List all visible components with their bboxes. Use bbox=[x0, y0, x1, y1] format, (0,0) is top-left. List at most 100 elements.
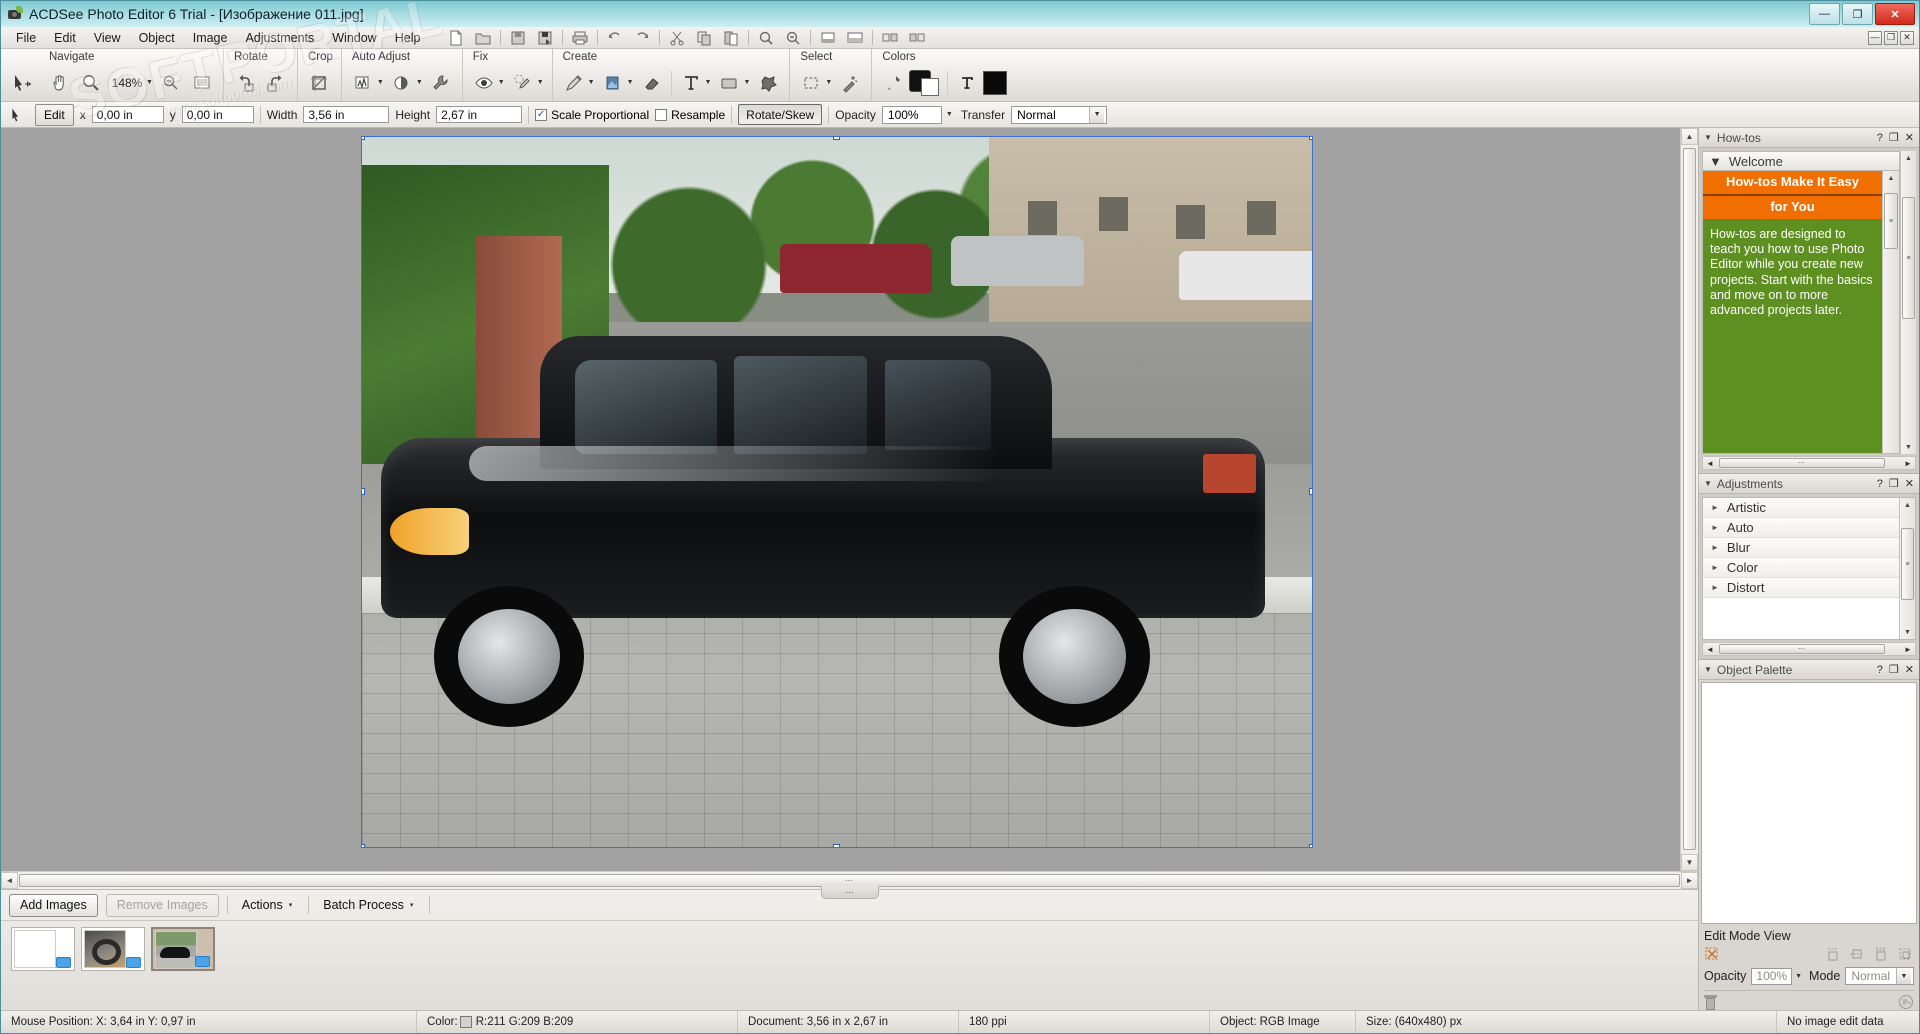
scroll-left-arrow-icon[interactable]: ◄ bbox=[1, 872, 18, 889]
batch-process-menu[interactable]: Batch Process ▾ bbox=[317, 898, 421, 912]
save-as-icon[interactable] bbox=[532, 28, 558, 47]
height-input[interactable]: 2,67 in bbox=[436, 106, 523, 123]
rectangle-select-icon[interactable] bbox=[796, 67, 826, 99]
red-eye-icon[interactable] bbox=[469, 67, 499, 99]
open-folder-icon[interactable] bbox=[470, 28, 496, 47]
delete-object-icon[interactable] bbox=[1704, 994, 1717, 1010]
red-eye-caret-icon[interactable]: ▼ bbox=[498, 79, 507, 86]
menu-object[interactable]: Object bbox=[130, 29, 184, 47]
collapse-triangle-icon[interactable]: ▼ bbox=[1704, 479, 1712, 488]
howtos-inner-scrollbar[interactable]: ▲ ≡ bbox=[1882, 171, 1899, 453]
align-center-icon[interactable] bbox=[1849, 946, 1866, 962]
adjustments-panel-header[interactable]: ▼ Adjustments ? ❐ ✕ bbox=[1699, 474, 1919, 494]
blemish-remover-icon[interactable] bbox=[508, 67, 538, 99]
panel-scroll-thumb[interactable]: ≡ bbox=[1901, 528, 1914, 600]
group-icon[interactable] bbox=[1897, 946, 1914, 962]
canvas-vertical-scrollbar[interactable]: ▲ ▼ bbox=[1680, 128, 1698, 871]
rotate-left-icon[interactable] bbox=[230, 67, 260, 99]
howtos-panel-scrollbar[interactable]: ▲ ≡ ▼ bbox=[1900, 151, 1916, 454]
adjustment-item-distort[interactable]: ► Distort bbox=[1703, 578, 1899, 598]
hscroll-thumb[interactable]: ⋯ bbox=[1719, 644, 1885, 654]
add-images-button[interactable]: Add Images bbox=[9, 893, 98, 917]
rotate-skew-button[interactable]: Rotate/Skew bbox=[738, 104, 823, 125]
collapse-triangle-icon[interactable]: ▼ bbox=[1704, 665, 1712, 674]
crop-icon[interactable] bbox=[304, 67, 334, 99]
scroll-right-arrow-icon[interactable]: ► bbox=[1681, 872, 1698, 889]
auto-contrast-caret-icon[interactable]: ▼ bbox=[416, 79, 425, 86]
align-top-icon[interactable] bbox=[1825, 946, 1842, 962]
resize-handle-ne[interactable] bbox=[1309, 137, 1312, 140]
shape-tool-icon[interactable] bbox=[714, 67, 744, 99]
resize-handle-s[interactable] bbox=[833, 844, 840, 847]
adjustment-item-blur[interactable]: ► Blur bbox=[1703, 538, 1899, 558]
panel-scroll-thumb[interactable]: ≡ bbox=[1902, 197, 1915, 319]
document-maximize-button[interactable]: ❐ bbox=[1884, 30, 1898, 45]
minimize-button[interactable]: — bbox=[1809, 3, 1840, 25]
adjustments-restore-button[interactable]: ❐ bbox=[1889, 477, 1899, 490]
filmstrip-thumbnail-blank[interactable] bbox=[11, 927, 75, 971]
menu-window[interactable]: Window bbox=[323, 29, 385, 47]
eraser-icon[interactable] bbox=[637, 67, 667, 99]
actual-size-icon[interactable] bbox=[842, 28, 868, 47]
document-restore-button[interactable]: — bbox=[1868, 30, 1882, 45]
cut-icon[interactable] bbox=[664, 28, 690, 47]
object-opacity-caret-icon[interactable]: ▼ bbox=[1795, 973, 1804, 980]
hscroll-left-icon[interactable]: ◄ bbox=[1703, 643, 1717, 655]
scroll-down-arrow-icon[interactable]: ▼ bbox=[1681, 854, 1698, 871]
batch-process-caret-icon[interactable]: ▾ bbox=[410, 901, 416, 909]
new-document-icon[interactable] bbox=[443, 28, 469, 47]
copy-icon[interactable] bbox=[691, 28, 717, 47]
object-properties-icon[interactable] bbox=[1898, 994, 1914, 1010]
color-swatches-icon[interactable] bbox=[909, 68, 943, 98]
actions-menu[interactable]: Actions ▾ bbox=[236, 898, 301, 912]
resize-handle-w[interactable] bbox=[362, 488, 365, 495]
fill-color-icon[interactable] bbox=[983, 70, 1008, 95]
auto-levels-icon[interactable] bbox=[348, 67, 378, 99]
text-color-icon[interactable] bbox=[952, 67, 982, 99]
text-tool-icon[interactable] bbox=[676, 67, 706, 99]
howtos-help-button[interactable]: ? bbox=[1877, 132, 1883, 144]
panel-scroll-down-icon[interactable]: ▼ bbox=[1901, 440, 1916, 454]
compare-icon[interactable] bbox=[877, 28, 903, 47]
hscroll-thumb[interactable]: ⋯ bbox=[1719, 458, 1885, 468]
maximize-button[interactable]: ❐ bbox=[1842, 3, 1873, 25]
magic-wand-icon[interactable] bbox=[835, 67, 865, 99]
distribute-icon[interactable] bbox=[1873, 946, 1890, 962]
expand-triangle-icon[interactable]: ► bbox=[1711, 503, 1719, 512]
object-palette-header[interactable]: ▼ Object Palette ? ❐ ✕ bbox=[1699, 660, 1919, 680]
fit-image-icon[interactable] bbox=[815, 28, 841, 47]
inner-scroll-up-icon[interactable]: ▲ bbox=[1883, 171, 1899, 185]
toggle-panels-icon[interactable] bbox=[904, 28, 930, 47]
adjustments-help-button[interactable]: ? bbox=[1877, 478, 1883, 490]
adjustment-item-auto[interactable]: ► Auto bbox=[1703, 518, 1899, 538]
open-folder-icon[interactable] bbox=[126, 957, 141, 968]
adjustment-item-color[interactable]: ► Color bbox=[1703, 558, 1899, 578]
zoom-level-value[interactable]: 148% bbox=[107, 76, 147, 90]
adjustments-panel-scrollbar[interactable]: ▲ ≡ ▼ bbox=[1899, 498, 1915, 639]
panel-scroll-down-icon[interactable]: ▼ bbox=[1900, 625, 1915, 639]
menu-image[interactable]: Image bbox=[184, 29, 237, 47]
expand-triangle-icon[interactable]: ► bbox=[1711, 583, 1719, 592]
draw-pen-caret-icon[interactable]: ▼ bbox=[588, 79, 597, 86]
menu-edit[interactable]: Edit bbox=[45, 29, 85, 47]
panel-scroll-up-icon[interactable]: ▲ bbox=[1900, 498, 1915, 512]
edit-mode-badge[interactable]: Edit bbox=[35, 103, 74, 126]
y-input[interactable]: 0,00 in bbox=[181, 106, 254, 123]
howtos-horizontal-scrollbar[interactable]: ◄ ⋯ ► bbox=[1702, 456, 1916, 470]
image-canvas[interactable]: ▲ ▼ bbox=[1, 128, 1698, 871]
x-input[interactable]: 0,00 in bbox=[91, 106, 164, 123]
no-selection-icon[interactable] bbox=[1704, 946, 1721, 962]
transfer-combobox[interactable]: Normal ▼ bbox=[1011, 105, 1108, 124]
eyedropper-icon[interactable] bbox=[878, 67, 908, 99]
auto-levels-caret-icon[interactable]: ▼ bbox=[377, 79, 386, 86]
redo-icon[interactable] bbox=[629, 28, 655, 47]
adjustment-item-artistic[interactable]: ► Artistic bbox=[1703, 498, 1899, 518]
howtos-panel-header[interactable]: ▼ How-tos ? ❐ ✕ bbox=[1699, 128, 1919, 148]
object-mode-caret-icon[interactable]: ▼ bbox=[1896, 968, 1911, 984]
width-input[interactable]: 3,56 in bbox=[303, 106, 390, 123]
fill-caret-icon[interactable]: ▼ bbox=[627, 79, 636, 86]
hscroll-right-icon[interactable]: ► bbox=[1901, 643, 1915, 655]
adjustments-horizontal-scrollbar[interactable]: ◄ ⋯ ► bbox=[1702, 642, 1916, 656]
hscroll-left-icon[interactable]: ◄ bbox=[1703, 457, 1717, 469]
welcome-section-header[interactable]: ▼ Welcome bbox=[1702, 151, 1900, 171]
